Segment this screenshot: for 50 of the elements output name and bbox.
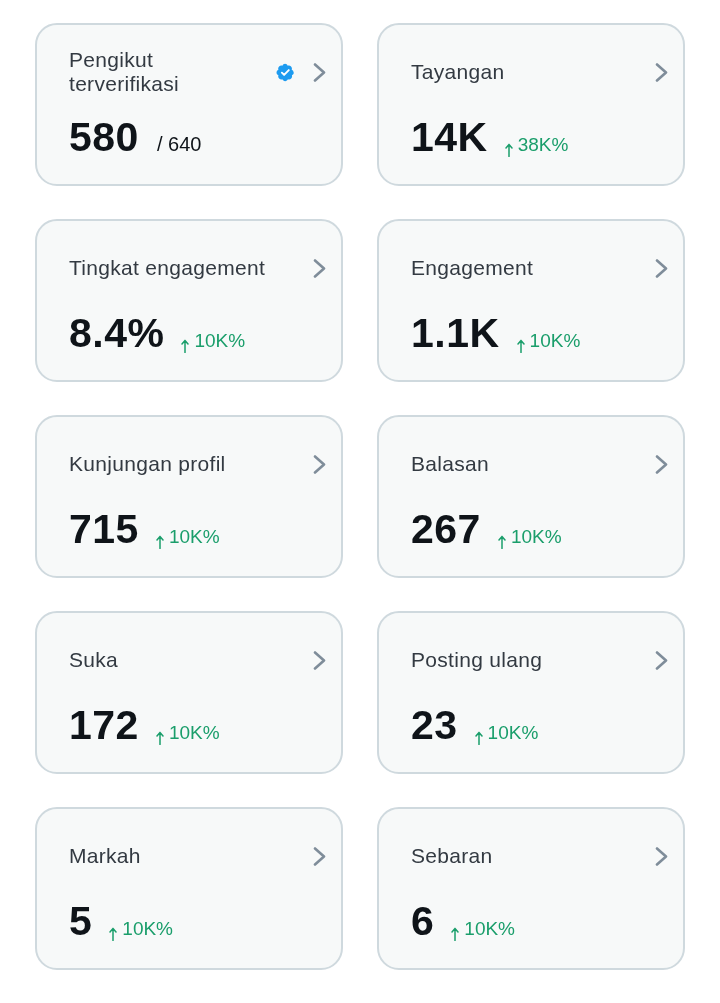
metric-value: 5 — [69, 897, 93, 945]
metric-card[interactable]: Pengikut terverifikasi 580 / 640 — [35, 23, 343, 186]
metric-value: 8.4% — [69, 309, 165, 357]
change-percent: 10K% — [487, 722, 539, 744]
metric-title: Posting ulang — [411, 648, 544, 672]
chevron-right-icon — [313, 62, 326, 82]
metric-value: 267 — [411, 505, 481, 553]
metric-value: 580 — [69, 113, 139, 161]
metric-value: 23 — [411, 701, 458, 749]
metric-card[interactable]: Markah 5 10K% — [35, 807, 343, 970]
metric-value: 172 — [69, 701, 139, 749]
change-percent: 38K% — [517, 134, 569, 156]
chevron-right-icon — [655, 650, 668, 670]
chevron-right-icon — [313, 846, 326, 866]
metric-card[interactable]: Kunjungan profil 715 10K% — [35, 415, 343, 578]
metric-value: 6 — [411, 897, 435, 945]
metric-title: Tayangan — [411, 60, 506, 84]
metric-card[interactable]: Engagement 1.1K 10K% — [377, 219, 685, 382]
chevron-right-icon — [655, 258, 668, 278]
metric-card[interactable]: Suka 172 10K% — [35, 611, 343, 774]
metric-title: Pengikut terverifikasi — [69, 48, 181, 96]
chevron-right-icon — [313, 454, 326, 474]
metric-value: 1.1K — [411, 309, 500, 357]
change-percent: 10K% — [510, 526, 562, 548]
metric-title: Kunjungan profil — [69, 452, 227, 476]
metric-title: Markah — [69, 844, 142, 868]
chevron-right-icon — [655, 846, 668, 866]
metric-total: / 640 — [156, 133, 202, 156]
metric-card[interactable]: Tingkat engagement 8.4% 10K% — [35, 219, 343, 382]
change-percent: 10K% — [194, 330, 246, 352]
change-percent: 10K% — [168, 526, 220, 548]
change-percent: 10K% — [464, 918, 515, 940]
chevron-right-icon — [655, 62, 668, 82]
chevron-right-icon — [313, 650, 326, 670]
metric-title: Tingkat engagement — [69, 256, 267, 280]
change-percent: 10K% — [529, 330, 581, 352]
metric-card[interactable]: Tayangan 14K 38K% — [377, 23, 685, 186]
change-percent: 10K% — [122, 918, 173, 940]
metric-title: Suka — [69, 648, 120, 672]
chevron-right-icon — [655, 454, 668, 474]
metric-value: 14K — [411, 113, 488, 161]
metric-card[interactable]: Posting ulang 23 10K% — [377, 611, 685, 774]
metric-card[interactable]: Balasan 267 10K% — [377, 415, 685, 578]
metric-title: Engagement — [411, 256, 535, 280]
metric-title: Sebaran — [411, 844, 494, 868]
change-percent: 10K% — [168, 722, 220, 744]
metric-value: 715 — [69, 505, 139, 553]
metric-card[interactable]: Sebaran 6 10K% — [377, 807, 685, 970]
metric-title: Balasan — [411, 452, 490, 476]
chevron-right-icon — [313, 258, 326, 278]
